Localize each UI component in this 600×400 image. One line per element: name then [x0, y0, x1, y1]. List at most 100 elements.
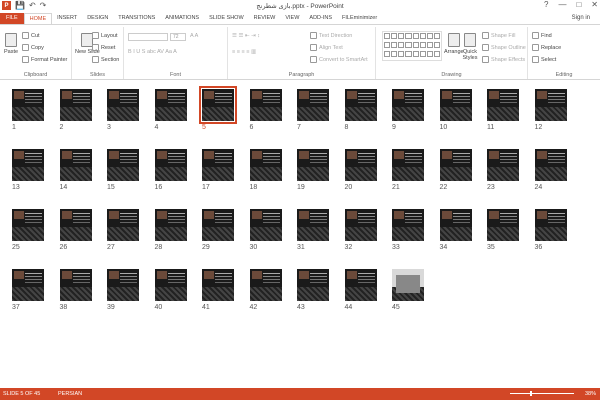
shape-effects-button[interactable]: Shape Effects [482, 56, 525, 63]
slide-number: 39 [107, 304, 115, 311]
grow-font-button[interactable]: A A [190, 33, 198, 39]
slide-thumbnail[interactable] [202, 269, 234, 301]
slide-thumbnail[interactable] [154, 269, 187, 301]
slide-thumbnail[interactable] [154, 149, 187, 181]
slide-thumbnail[interactable] [534, 209, 567, 241]
slide-thumbnail[interactable] [154, 89, 187, 121]
layout-button[interactable]: Layout [92, 32, 118, 39]
format-painter-button[interactable]: Format Painter [22, 56, 67, 63]
slide-thumbnail[interactable] [12, 149, 44, 181]
close-button[interactable]: ✕ [591, 0, 598, 9]
slide-thumbnail[interactable] [249, 209, 282, 241]
slide-thumbnail[interactable] [487, 149, 519, 181]
slide-thumbnail[interactable] [487, 89, 519, 121]
slide-thumbnail[interactable] [487, 209, 519, 241]
tab-fileminimizer[interactable]: FILEminimizer [337, 13, 382, 24]
slide-thumbnail[interactable] [344, 89, 377, 121]
minimize-button[interactable]: — [558, 0, 566, 9]
tab-insert[interactable]: INSERT [52, 13, 82, 24]
tab-view[interactable]: VIEW [280, 13, 304, 24]
slide-thumbnail[interactable] [344, 149, 377, 181]
slide-thumbnail[interactable] [107, 89, 139, 121]
slide-thumbnail[interactable] [534, 149, 567, 181]
slide-thumbnail[interactable] [107, 209, 139, 241]
shapes-gallery[interactable] [382, 31, 442, 61]
section-label: Section [101, 56, 120, 63]
slide-thumbnail[interactable] [297, 149, 329, 181]
slide-thumbnail[interactable] [12, 89, 44, 121]
slide-thumbnail[interactable] [154, 209, 187, 241]
slide-thumbnail[interactable] [202, 209, 234, 241]
slide-thumbnail[interactable] [249, 89, 282, 121]
tab-home[interactable]: HOME [23, 13, 53, 24]
slide-thumbnail[interactable] [297, 269, 329, 301]
tab-design[interactable]: DESIGN [82, 13, 113, 24]
quick-styles-button[interactable]: Quick Styles [462, 33, 478, 61]
slide-number: 15 [107, 184, 115, 191]
convert-smartart-button[interactable]: Convert to SmartArt [310, 56, 368, 63]
language-indicator[interactable]: PERSIAN [58, 388, 82, 400]
slide-thumbnail[interactable] [59, 269, 92, 301]
slide-thumbnail[interactable] [59, 89, 92, 121]
slide-number: 29 [202, 244, 210, 251]
select-button[interactable]: Select [532, 56, 556, 63]
font-format-buttons[interactable]: B I U S abc AV Aa A [128, 49, 177, 55]
slide-thumbnail[interactable] [297, 89, 329, 121]
slide-thumbnail[interactable] [439, 209, 472, 241]
text-direction-button[interactable]: Text Direction [310, 32, 352, 39]
cut-button[interactable]: Cut [22, 32, 40, 39]
tab-review[interactable]: REVIEW [249, 13, 281, 24]
layout-label: Layout [101, 32, 118, 39]
tab-slide-show[interactable]: SLIDE SHOW [204, 13, 249, 24]
zoom-slider[interactable] [510, 391, 574, 396]
slide-thumbnail[interactable] [59, 209, 92, 241]
shape-outline-button[interactable]: Shape Outline [482, 44, 526, 51]
slide-thumbnail[interactable] [392, 149, 424, 181]
replace-button[interactable]: Replace [532, 44, 561, 51]
slide-thumbnail[interactable] [344, 209, 377, 241]
copy-button[interactable]: Copy [22, 44, 44, 51]
slide-thumbnail[interactable] [202, 149, 234, 181]
zoom-level[interactable]: 38% [585, 388, 596, 400]
slide-thumbnail[interactable] [439, 149, 472, 181]
slide-thumbnail[interactable] [392, 89, 424, 121]
slide-thumbnail[interactable] [392, 269, 424, 301]
find-button[interactable]: Find [532, 32, 552, 39]
list-buttons[interactable]: ☰ ☰ ⇤ ⇥ ↕ [232, 33, 260, 39]
font-size-box[interactable]: 72 [170, 33, 186, 41]
align-text-button[interactable]: Align Text [310, 44, 343, 51]
slide-thumbnail[interactable] [249, 149, 282, 181]
slide-thumbnail[interactable] [392, 209, 424, 241]
font-group: 72 A A B I U S abc AV Aa A Font [124, 27, 228, 79]
font-name-box[interactable] [128, 33, 168, 41]
slide-number: 13 [12, 184, 20, 191]
slide-thumbnail[interactable] [344, 269, 377, 301]
slide-thumbnail[interactable] [439, 89, 472, 121]
slide-thumbnail[interactable] [249, 269, 282, 301]
slide-thumbnail[interactable] [107, 269, 139, 301]
tab-animations[interactable]: ANIMATIONS [160, 13, 204, 24]
paste-button[interactable]: Paste [4, 33, 18, 55]
slide-thumbnail[interactable] [12, 269, 44, 301]
arrange-button[interactable]: Arrange [444, 33, 464, 55]
sign-in-link[interactable]: Sign in [572, 15, 590, 21]
zoom-slider-thumb[interactable] [530, 391, 532, 396]
slide-thumbnail[interactable] [59, 149, 92, 181]
slide-number: 21 [392, 184, 400, 191]
tab-transitions[interactable]: TRANSITIONS [113, 13, 160, 24]
help-button[interactable]: ? [544, 0, 548, 9]
tab-add-ins[interactable]: ADD-INS [304, 13, 337, 24]
tab-file[interactable]: FILE [0, 13, 24, 24]
slide-thumbnail[interactable] [199, 86, 237, 124]
slide-indicator: SLIDE 5 OF 45 [3, 391, 41, 397]
slide-thumbnail[interactable] [297, 209, 329, 241]
section-button[interactable]: Section [92, 56, 119, 63]
effects-icon [482, 56, 489, 63]
slide-thumbnail[interactable] [107, 149, 139, 181]
align-buttons[interactable]: ≡ ≡ ≡ ≡ ▥ [232, 49, 256, 55]
shape-fill-button[interactable]: Shape Fill [482, 32, 515, 39]
slide-thumbnail[interactable] [12, 209, 44, 241]
slide-thumbnail[interactable] [534, 89, 567, 121]
maximize-button[interactable]: □ [576, 0, 581, 9]
reset-button[interactable]: Reset [92, 44, 115, 51]
